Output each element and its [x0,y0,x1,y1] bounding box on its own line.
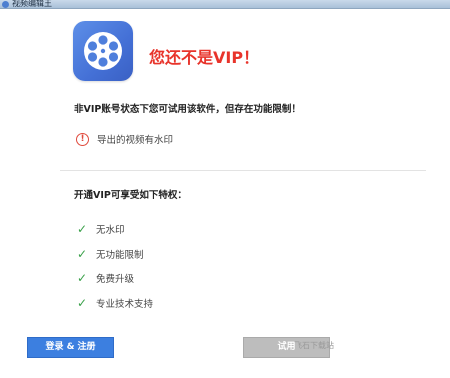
window-title: 视频编辑王 [12,0,52,8]
check-icon: ✓ [77,246,88,261]
warning-text: 导出的视频有水印 [97,135,174,146]
privilege-label: 免费升级 [96,274,135,286]
privilege-label: 无功能限制 [96,249,144,261]
check-icon: ✓ [77,295,88,310]
privileges-title: 开通VIP可享受如下特权： [74,190,187,201]
privileges-list: ✓ 无水印 ✓ 无功能限制 ✓ 免费升级 ✓ 专业技术支持 [77,217,153,315]
restriction-notice: 非VIP账号状态下您可试用该软件，但存在功能限制！ [74,104,301,115]
exclamation-circle-icon: ! [76,132,89,146]
check-icon: ✓ [77,222,88,237]
vip-status-heading: 您还不是VIP！ [149,48,260,67]
title-bar: 视频编辑王 [0,0,450,9]
privilege-item: ✓ 专业技术支持 [77,291,153,316]
section-divider [60,170,426,171]
check-icon: ✓ [77,271,88,286]
film-reel-icon [84,32,122,70]
app-logo [73,21,133,81]
app-icon [2,1,9,8]
privilege-label: 专业技术支持 [96,298,154,310]
privilege-item: ✓ 无功能限制 [77,242,153,267]
site-watermark: 飞石下载站 [294,341,334,350]
privilege-item: ✓ 无水印 [77,217,153,242]
privilege-item: ✓ 免费升级 [77,266,153,291]
watermark-warning: ! 导出的视频有水印 [76,132,173,146]
login-register-button[interactable]: 登录 & 注册 [27,337,114,358]
privilege-label: 无水印 [96,225,125,237]
